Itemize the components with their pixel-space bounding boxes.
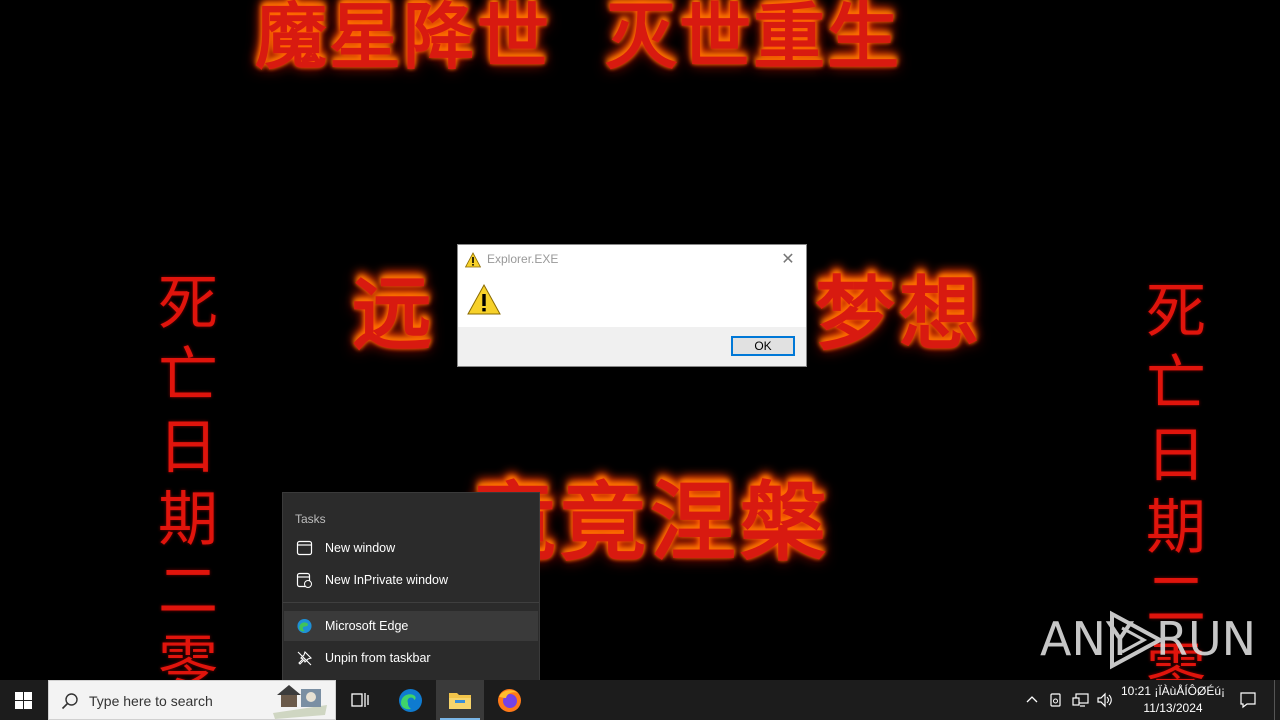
jump-list-divider (283, 602, 539, 603)
device-icon (1050, 693, 1061, 707)
vertical-char: 期 (158, 485, 218, 555)
jump-item-microsoft-edge[interactable]: Microsoft Edge (284, 611, 538, 641)
vertical-char: 亡 (1146, 349, 1206, 419)
firefox-icon (498, 689, 521, 712)
edge-icon (297, 618, 312, 634)
speaker-icon (1097, 692, 1112, 708)
vertical-char: 日 (158, 413, 218, 483)
start-button[interactable] (0, 680, 48, 720)
vertical-char: 日 (1146, 421, 1206, 491)
edge-jump-list: Tasks New window New InPrivate window Mi… (282, 492, 540, 680)
taskbar-file-explorer[interactable] (436, 680, 484, 720)
show-desktop-button[interactable] (1274, 680, 1280, 720)
window-icon (296, 540, 313, 556)
search-placeholder: Type here to search (89, 693, 213, 709)
jump-item-unpin[interactable]: Unpin from taskbar (284, 643, 538, 673)
vertical-char: 死 (1146, 277, 1206, 347)
chevron-up-icon (1026, 696, 1038, 703)
file-explorer-icon (449, 693, 471, 709)
jump-list-header: Tasks (295, 512, 326, 526)
wallpaper-left-vertical: 死 亡 日 期 二 零 (153, 268, 223, 680)
taskbar: Type here to search 10:21 ¡ÏÀùÅÍÔØÉú¡ 11… (0, 680, 1280, 720)
unpin-icon (297, 650, 313, 666)
dialog-titlebar[interactable]: Explorer.EXE ✕ (458, 245, 806, 275)
network-icon (1072, 693, 1089, 707)
jump-item-new-window[interactable]: New window (284, 533, 538, 563)
jump-item-label: Microsoft Edge (325, 619, 409, 633)
taskbar-edge[interactable] (387, 680, 435, 720)
windows-logo-icon (15, 692, 32, 709)
vertical-char: 期 (1146, 493, 1206, 563)
dialog-footer: OK (458, 327, 806, 366)
warning-small-icon (465, 252, 481, 268)
tray-network[interactable] (1070, 680, 1092, 720)
action-center-button[interactable] (1234, 680, 1262, 720)
tray-clock[interactable]: 10:21 ¡ÏÀùÅÍÔØÉú¡ 11/13/2024 (1114, 683, 1232, 717)
anyrun-watermark: ANY RUN (1040, 608, 1256, 672)
warning-icon (467, 283, 501, 315)
wallpaper-mid-right-text: 梦想 (815, 267, 983, 361)
ok-button[interactable]: OK (731, 336, 795, 356)
vertical-char: 零 (158, 629, 218, 680)
vertical-char: 二 (158, 557, 218, 627)
search-box[interactable]: Type here to search (48, 680, 336, 720)
search-icon (61, 693, 78, 710)
task-view-icon (351, 693, 369, 707)
clock-date: 11/13/2024 (1143, 701, 1203, 715)
edge-icon (399, 689, 422, 712)
jump-item-new-inprivate-window[interactable]: New InPrivate window (284, 565, 538, 595)
vertical-char: 死 (158, 269, 218, 339)
watermark-text-right: RUN (1156, 612, 1257, 666)
tray-overflow-button[interactable] (1022, 680, 1042, 720)
explorer-dialog: Explorer.EXE ✕ OK (457, 244, 807, 367)
wallpaper-top-text: 魔星降世 灭世重生 (255, 0, 902, 79)
tray-volume[interactable] (1094, 680, 1116, 720)
taskbar-firefox[interactable] (485, 680, 533, 720)
jump-item-label: New window (325, 541, 396, 555)
notification-icon (1240, 692, 1256, 709)
close-icon[interactable]: ✕ (776, 249, 800, 271)
vertical-char: 亡 (158, 341, 218, 411)
wallpaper-mid-left-text: 远 (352, 267, 432, 361)
search-highlight-icon (273, 685, 327, 719)
jump-item-label: Unpin from taskbar (325, 651, 431, 665)
task-view-button[interactable] (336, 680, 384, 720)
clock-time: 10:21 ¡ÏÀùÅÍÔØÉú¡ (1120, 684, 1226, 698)
tray-meet-now[interactable] (1046, 680, 1066, 720)
dialog-title: Explorer.EXE (487, 252, 559, 266)
jump-item-label: New InPrivate window (325, 573, 448, 587)
inprivate-icon (296, 572, 312, 588)
